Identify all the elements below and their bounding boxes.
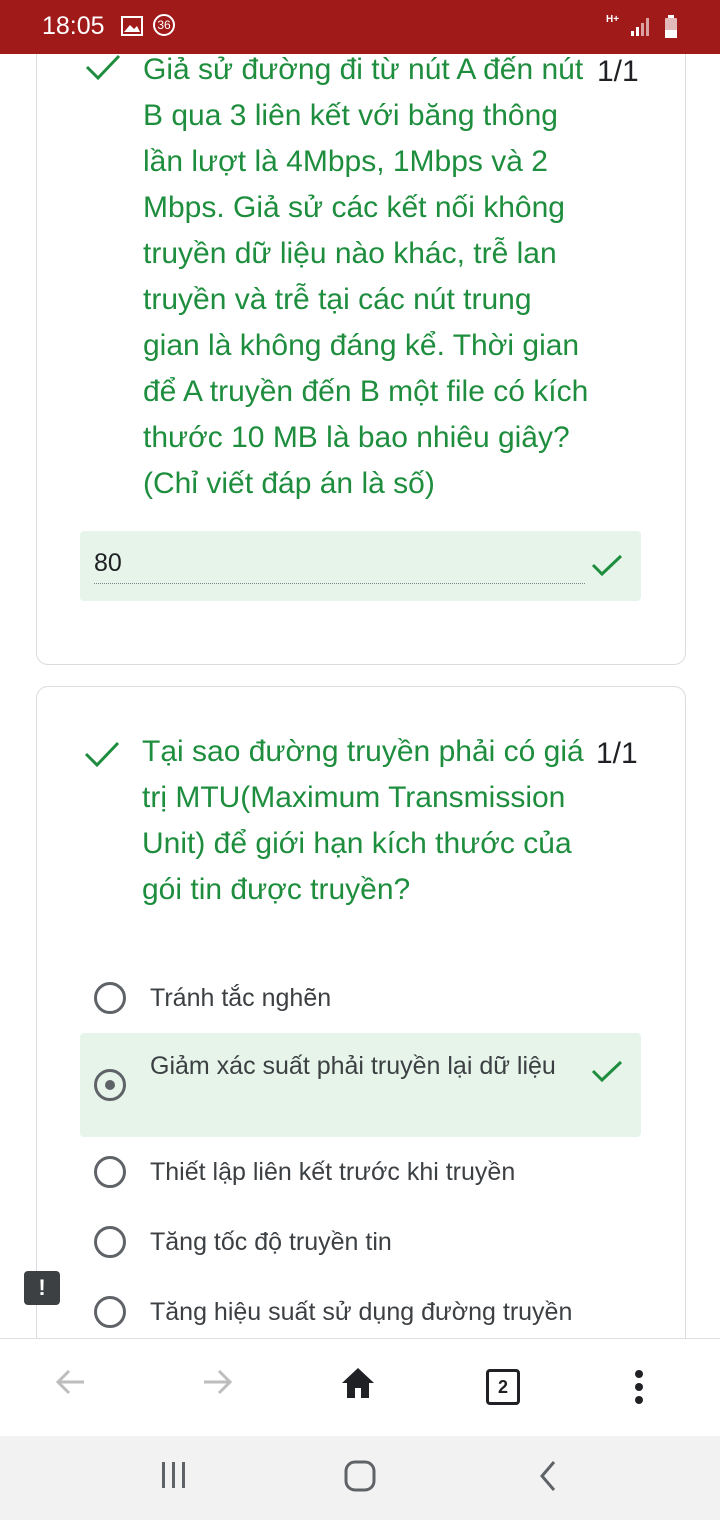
home-icon[interactable] xyxy=(340,1365,376,1401)
forward-arrow-icon[interactable] xyxy=(200,1365,234,1399)
notification-badge: 36 xyxy=(153,14,175,36)
radio-unselected[interactable] xyxy=(94,1226,126,1258)
radio-dot xyxy=(105,1080,115,1090)
more-vert-icon[interactable] xyxy=(634,1369,644,1405)
browser-toolbar: 2 xyxy=(0,1338,720,1437)
option-label: Giảm xác suất phải truyền lại dữ liệu xyxy=(150,1052,556,1080)
option-label: Tăng hiệu suất sử dụng đường truyền xyxy=(150,1298,573,1326)
nav-home-icon[interactable] xyxy=(344,1460,376,1492)
radio-unselected[interactable] xyxy=(94,1296,126,1328)
radio-unselected[interactable] xyxy=(94,982,126,1014)
radio-selected[interactable] xyxy=(94,1069,126,1101)
question-text: Tại sao đường truyền phải có giá trị MTU… xyxy=(142,735,584,906)
radio-option[interactable]: Tăng tốc độ truyền tin xyxy=(80,1220,641,1264)
recent-apps-icon[interactable] xyxy=(160,1460,188,1490)
status-bar: 18:05 36 H+ xyxy=(0,0,720,54)
check-icon xyxy=(85,54,121,81)
option-label: Thiết lập liên kết trước khi truyền xyxy=(150,1158,516,1186)
question-score: 1/1 xyxy=(596,737,638,770)
tabs-icon[interactable]: 2 xyxy=(486,1369,520,1405)
signal-icon xyxy=(631,18,649,36)
answer-underline xyxy=(94,583,585,584)
form-content[interactable]: Giả sử đường đi từ nút A đến nút B qua 3… xyxy=(0,0,720,1338)
check-icon xyxy=(591,554,623,577)
radio-unselected[interactable] xyxy=(94,1156,126,1188)
short-answer-field[interactable]: 80 xyxy=(80,531,641,601)
check-icon xyxy=(84,741,120,768)
radio-option[interactable]: Thiết lập liên kết trước khi truyền xyxy=(80,1150,641,1194)
radio-option[interactable]: Tăng hiệu suất sử dụng đường truyền xyxy=(80,1290,641,1334)
battery-icon xyxy=(665,15,677,38)
answer-value: 80 xyxy=(94,549,122,577)
question-text: Giả sử đường đi từ nút A đến nút B qua 3… xyxy=(143,53,589,500)
nav-back-icon[interactable] xyxy=(538,1460,558,1492)
radio-option-selected[interactable]: Giảm xác suất phải truyền lại dữ liệu xyxy=(80,1033,641,1137)
back-arrow-icon[interactable] xyxy=(54,1365,88,1399)
radio-option[interactable]: Tránh tắc nghẽn xyxy=(80,976,641,1020)
option-label: Tránh tắc nghẽn xyxy=(150,984,332,1012)
option-label: Tăng tốc độ truyền tin xyxy=(150,1228,392,1256)
report-icon[interactable]: ! xyxy=(24,1271,60,1305)
system-nav-bar xyxy=(0,1436,720,1520)
network-type-label: H+ xyxy=(606,14,620,25)
check-icon xyxy=(591,1060,623,1083)
status-time: 18:05 xyxy=(42,12,105,40)
image-icon xyxy=(121,16,143,36)
question-score: 1/1 xyxy=(597,55,639,88)
